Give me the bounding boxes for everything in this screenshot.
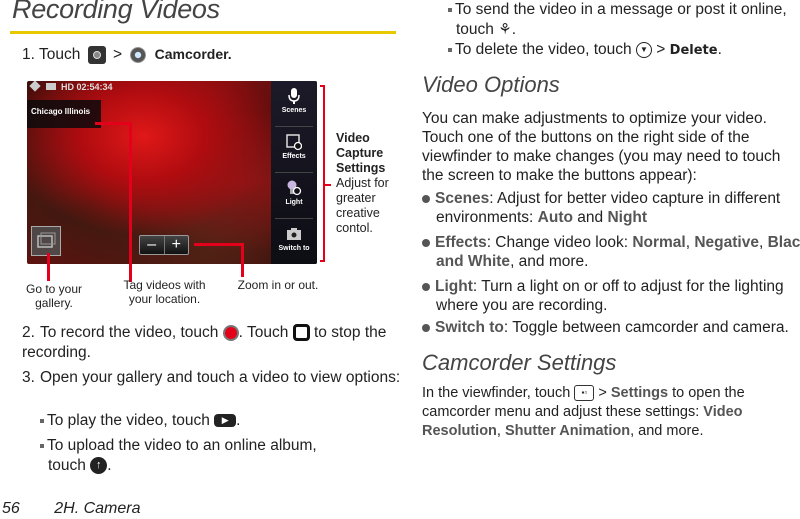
scenes-button[interactable]: Scenes bbox=[271, 81, 317, 126]
option-scenes: Scenes: Adjust for better video capture … bbox=[422, 189, 800, 227]
video-mode-icon bbox=[45, 83, 56, 90]
camcorder-settings-text: In the viewfinder, touch ▪▫ > Settings t… bbox=[422, 385, 745, 439]
heading-rule bbox=[10, 31, 396, 34]
bullet-play: To play the video, touch ▶. bbox=[40, 411, 380, 431]
option-light: Light: Turn a light on or off to adjust … bbox=[422, 277, 800, 315]
callout-line-tag-v bbox=[129, 122, 132, 282]
tag-icon bbox=[29, 81, 41, 92]
light-icon bbox=[287, 180, 302, 196]
step-number: 1. bbox=[22, 46, 35, 63]
bullet-upload: To upload the video to an online album, … bbox=[40, 436, 348, 476]
microphone-icon bbox=[288, 88, 300, 104]
menu-icon: ▼ bbox=[635, 41, 652, 58]
switch-to-button[interactable]: Switch to bbox=[271, 219, 317, 264]
caption-settings: Video Capture Settings Adjust for greate… bbox=[336, 131, 389, 235]
gallery-button[interactable] bbox=[31, 226, 61, 256]
effects-button[interactable]: Effects bbox=[271, 127, 317, 172]
caption-gallery: Go to your gallery. bbox=[25, 282, 83, 310]
light-button[interactable]: Light bbox=[271, 173, 317, 218]
section-name: 2H. Camera bbox=[54, 500, 141, 517]
option-effects: Effects: Change video look: Normal, Nega… bbox=[422, 233, 800, 271]
option-switch-to: Switch to: Toggle between camcorder and … bbox=[422, 318, 800, 338]
share-icon: ⚘ bbox=[498, 21, 512, 38]
location-tag[interactable]: Chicago Illinois bbox=[27, 100, 101, 128]
callout-line-gallery bbox=[47, 253, 50, 281]
page-heading: Recording Videos bbox=[12, 0, 220, 24]
camcorder-icon bbox=[130, 46, 147, 63]
step-2: 2. To record the video, touch . Touch to … bbox=[22, 324, 387, 361]
bullet-share: To send the video in a message or post i… bbox=[448, 0, 800, 40]
step-3: 3. Open your gallery and touch a video to… bbox=[22, 369, 401, 386]
step-1: 1. Touch > Camcorder. bbox=[22, 45, 232, 64]
bullet-delete: To delete the video, touch ▼ > Delete. bbox=[448, 40, 798, 61]
caption-zoom: Zoom in or out. bbox=[237, 278, 319, 292]
camera-app-icon bbox=[87, 45, 106, 64]
capture-settings-panel: Scenes Effects Light Switch to bbox=[271, 81, 317, 264]
gallery-icon bbox=[37, 232, 56, 248]
page-footer: 56 2H. Camera bbox=[2, 500, 141, 518]
status-bar: HD 02:54:34 bbox=[29, 81, 113, 92]
stop-icon bbox=[292, 324, 310, 342]
caption-tag: Tag videos with your location. bbox=[123, 278, 206, 306]
effects-icon bbox=[286, 134, 302, 151]
callout-line-zoom-v bbox=[241, 243, 244, 277]
options-menu-icon: ▪▫ bbox=[574, 385, 595, 402]
play-icon: ▶ bbox=[214, 414, 237, 428]
video-options-heading: Video Options bbox=[422, 72, 560, 97]
video-options-intro: You can make adjustments to optimize you… bbox=[422, 110, 781, 184]
callout-line-tag-h bbox=[95, 122, 131, 125]
camera-icon bbox=[287, 228, 301, 240]
callout-line-zoom-h bbox=[194, 243, 244, 246]
upload-icon: ↑ bbox=[90, 457, 108, 475]
viewfinder-screenshot: HD 02:54:34 Chicago Illinois – + Scenes … bbox=[27, 81, 317, 264]
camcorder-settings-heading: Camcorder Settings bbox=[422, 350, 617, 375]
zoom-control: – + bbox=[139, 235, 189, 255]
page-number: 56 bbox=[2, 500, 20, 517]
zoom-out-button[interactable]: – bbox=[140, 236, 165, 254]
record-icon bbox=[222, 324, 239, 341]
zoom-in-button[interactable]: + bbox=[165, 236, 189, 254]
callout-bracket bbox=[323, 85, 325, 262]
